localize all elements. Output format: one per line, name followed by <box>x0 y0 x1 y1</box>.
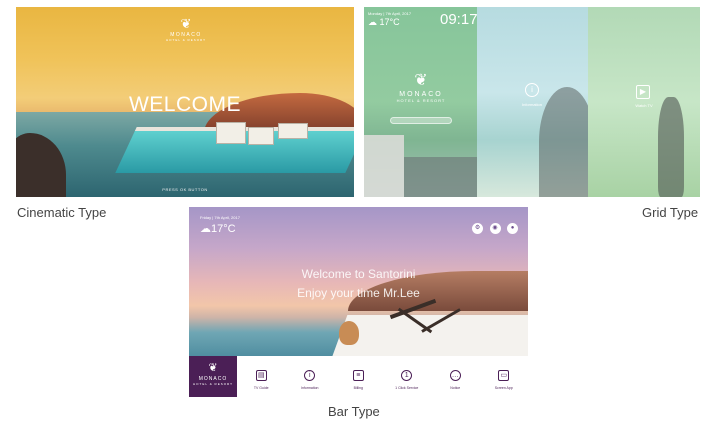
logo-emblem-icon: ❦ <box>208 362 218 374</box>
billing-icon: ≡ <box>352 370 364 381</box>
grid-status: Monday | 7th April, 2017 ☁ 17°C <box>368 11 411 28</box>
temperature-text: ☁ 17°C <box>368 17 411 28</box>
menu-item-information[interactable]: i Information <box>286 356 335 397</box>
tile-label: Watch TV <box>635 103 653 108</box>
villa-shape <box>216 122 246 144</box>
grid-tile-watch-tv[interactable]: ▶ Watch TV <box>588 7 700 197</box>
hotel-logo: ❦ MONACO HOTEL & RESORT <box>166 17 206 42</box>
date-text: Monday | 7th April, 2017 <box>368 11 412 16</box>
temperature-value: 17°C <box>211 223 236 235</box>
tv-guide-icon: ▤ <box>255 370 267 381</box>
building-shape <box>364 135 404 197</box>
temperature-value: 17°C <box>379 17 400 27</box>
language-icon[interactable]: ◉ <box>489 223 501 234</box>
notice-icon: … <box>449 370 461 381</box>
info-icon: i <box>304 370 316 381</box>
villa-shape <box>248 127 274 145</box>
cinematic-preview: ❦ MONACO HOTEL & RESORT WELCOME PRESS OK… <box>16 7 354 197</box>
bar-caption: Bar Type <box>328 404 380 419</box>
screen-app-icon: ▭ <box>498 370 510 381</box>
temperature-text: ☁17°C <box>200 222 236 235</box>
logo-emblem-icon: ❦ <box>414 72 428 89</box>
menu-item-label: Screen App <box>494 386 513 390</box>
hotel-logo: ❦ MONACO HOTEL & RESORT <box>394 72 448 104</box>
grid-caption: Grid Type <box>642 205 699 220</box>
top-icon-group: ⚙ ◉ ● <box>470 216 518 234</box>
menu-item-label: Notice <box>450 386 461 390</box>
menu-item-tv-guide[interactable]: ▤ TV Guide <box>237 356 286 397</box>
logo-subtitle: HOTEL & RESORT <box>396 98 446 103</box>
cinematic-caption: Cinematic Type <box>17 205 107 220</box>
menu-item-label: Billing <box>353 386 363 390</box>
menu-item-1-click-service[interactable]: 1 1 Click Service <box>383 356 432 397</box>
menu-item-label: 1 Click Service <box>395 386 419 390</box>
menu-item-notice[interactable]: … Notice <box>431 356 480 397</box>
hotel-logo[interactable]: ❦ MONACO HOTEL & RESORT <box>189 356 237 397</box>
bottom-menu-bar: ❦ MONACO HOTEL & RESORT ▤ TV Guide i Inf… <box>189 356 528 397</box>
play-icon: ▶ <box>636 85 650 99</box>
vase-shape <box>339 321 359 345</box>
menu-item-label: Information <box>300 386 319 390</box>
grid-preview: ❦ MONACO HOTEL & RESORT i Information ▶ … <box>364 7 700 197</box>
user-icon[interactable]: ● <box>507 223 518 234</box>
clock-text: 09:17 <box>440 11 478 28</box>
weather-icon: ☁ <box>368 17 377 27</box>
logo-name: MONACO <box>399 91 443 98</box>
welcome-message: Welcome to Santorini Enjoy your time Mr.… <box>189 265 528 303</box>
welcome-text: WELCOME <box>128 93 241 116</box>
surfer-shape <box>658 97 684 197</box>
menu-item-billing[interactable]: ≡ Billing <box>334 356 383 397</box>
welcome-line-2: Enjoy your time Mr.Lee <box>297 286 420 300</box>
weather-icon: ☁ <box>200 223 211 235</box>
villa-shape <box>278 123 308 139</box>
town-shape <box>404 157 477 197</box>
menu-item-screen-app[interactable]: ▭ Screen App <box>480 356 529 397</box>
logo-emblem-icon: ❦ <box>180 16 192 31</box>
date-text: Friday | 7th April, 2017 <box>200 215 240 220</box>
service-icon: 1 <box>401 370 413 381</box>
grid-tile-information[interactable]: i Information <box>477 7 595 197</box>
press-ok-hint: PRESS OK BUTTON <box>162 187 208 192</box>
info-icon: i <box>525 83 539 97</box>
grid-tile-home[interactable]: ❦ MONACO HOTEL & RESORT <box>364 7 477 197</box>
logo-subtitle: HOTEL & RESORT <box>166 38 207 42</box>
settings-icon[interactable]: ⚙ <box>472 223 484 234</box>
menu-item-label: TV Guide <box>253 386 269 390</box>
tile-label: Information <box>521 102 542 107</box>
logo-subtitle: HOTEL & RESORT <box>192 382 233 386</box>
bar-preview: Friday | 7th April, 2017 ☁17°C ⚙ ◉ ● Wel… <box>189 207 528 397</box>
welcome-line-1: Welcome to Santorini <box>301 267 416 281</box>
grid-search-bar[interactable] <box>390 117 452 124</box>
terrace-shape <box>330 315 528 361</box>
